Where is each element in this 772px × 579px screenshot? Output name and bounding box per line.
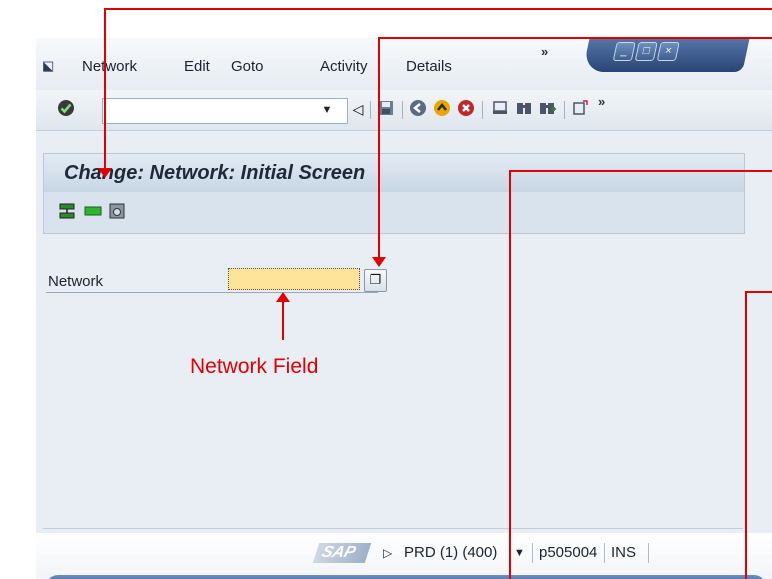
- find-icon[interactable]: [514, 99, 534, 119]
- annotation-line: [745, 291, 772, 293]
- value-help-button[interactable]: ❐: [364, 269, 387, 292]
- annotation-line: [104, 8, 772, 10]
- annotation-line: [282, 298, 284, 340]
- collapse-arrow-icon[interactable]: ◁: [348, 99, 368, 119]
- create-session-icon[interactable]: [570, 99, 590, 119]
- find-next-icon[interactable]: [538, 99, 558, 119]
- annotation-line: [104, 8, 106, 170]
- menu-network[interactable]: Network: [82, 58, 137, 75]
- system-info: PRD (1) (400): [404, 544, 498, 561]
- annotation-line: [509, 170, 772, 172]
- system-dropdown-icon[interactable]: ▼: [514, 547, 525, 559]
- status-expand-icon[interactable]: ▷: [383, 546, 392, 560]
- annotation-arrowhead: [98, 168, 112, 178]
- network-structure-icon[interactable]: [58, 202, 76, 220]
- window-bottom-frame: [46, 575, 766, 579]
- maximize-button[interactable]: □: [634, 42, 658, 61]
- network-label: Network: [48, 273, 104, 290]
- toolbar-separator: [564, 101, 565, 119]
- minimize-button[interactable]: _: [612, 42, 636, 61]
- insert-mode: INS: [611, 544, 637, 561]
- menu-edit[interactable]: Edit: [184, 58, 210, 75]
- toolbar-separator: [370, 101, 371, 119]
- exit-icon[interactable]: [432, 99, 452, 119]
- command-dropdown-icon[interactable]: ▼: [312, 98, 342, 122]
- annotation-line: [378, 37, 772, 39]
- annotation-caption: Network Field: [190, 355, 319, 378]
- menu-activity[interactable]: Activity: [320, 58, 368, 75]
- print-icon[interactable]: [490, 99, 510, 119]
- status-separator: [604, 543, 605, 563]
- toolbar-separator: [482, 101, 483, 119]
- project-info-icon[interactable]: [108, 202, 126, 220]
- annotation-line: [509, 170, 511, 579]
- menu-overflow-button[interactable]: »: [541, 44, 548, 59]
- back-icon[interactable]: [408, 99, 428, 119]
- close-button[interactable]: ×: [656, 42, 680, 61]
- annotation-arrowhead: [372, 257, 386, 267]
- status-separator: [648, 543, 649, 563]
- label-underline: [46, 292, 378, 293]
- cancel-icon[interactable]: [456, 99, 476, 119]
- activity-overview-icon[interactable]: [84, 202, 102, 220]
- title-bar: Change: Network: Initial Screen: [43, 153, 745, 193]
- menu-details[interactable]: Details: [406, 58, 452, 75]
- server-name: p505004: [539, 544, 598, 561]
- menu-goto[interactable]: Goto: [231, 58, 264, 75]
- application-toolbar: [43, 192, 745, 234]
- toolbar-overflow-button[interactable]: »: [598, 94, 605, 109]
- sap-logo: SAP: [312, 543, 372, 563]
- standard-toolbar: ▼ ◁ »: [36, 90, 772, 131]
- window-controls: _ □ ×: [582, 38, 750, 72]
- enter-icon[interactable]: [56, 99, 76, 119]
- status-separator: [532, 543, 533, 563]
- toolbar-separator: [402, 101, 403, 119]
- menu-bar: ⬕ Network Edit Goto Activity Details » _…: [36, 38, 772, 90]
- annotation-arrowhead: [276, 292, 290, 302]
- sap-window: ⬕ Network Edit Goto Activity Details » _…: [36, 38, 772, 579]
- menu-toggle-icon[interactable]: ⬕: [42, 59, 56, 72]
- network-field[interactable]: [228, 268, 360, 290]
- annotation-line: [745, 291, 747, 579]
- annotation-line: [378, 37, 380, 259]
- status-bar: SAP ▷ PRD (1) (400) ▼ p505004 INS: [36, 533, 772, 579]
- content-divider: [43, 528, 743, 529]
